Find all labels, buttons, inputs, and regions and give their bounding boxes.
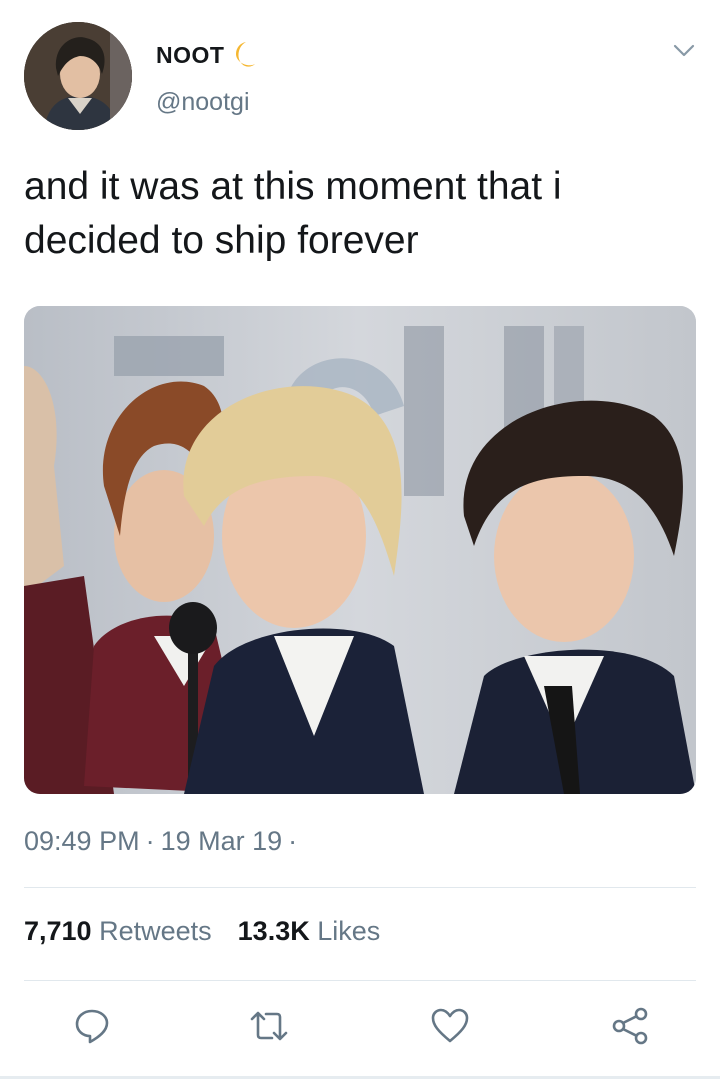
separator: · [145, 826, 155, 856]
tweet-timestamp[interactable]: 09:49 PM · 19 Mar 19 · [24, 826, 303, 857]
divider [24, 887, 696, 888]
retweet-icon[interactable] [247, 1004, 291, 1048]
like-icon[interactable] [428, 1004, 472, 1048]
author-name-row[interactable]: NOOT [156, 40, 256, 70]
display-name[interactable]: NOOT [156, 42, 224, 69]
retweets-count: 7,710 [24, 916, 92, 946]
avatar[interactable] [24, 22, 132, 130]
divider [24, 980, 696, 981]
likes-label: Likes [317, 916, 381, 946]
likes-count: 13.3K [237, 916, 310, 946]
tweet-photo[interactable] [24, 306, 696, 794]
tweet-header: NOOT @nootgi [24, 22, 704, 132]
crescent-moon-icon [230, 40, 256, 70]
share-icon[interactable] [608, 1004, 652, 1048]
chevron-down-icon[interactable] [672, 38, 696, 62]
retweets-stat[interactable]: 7,710 Retweets [24, 916, 212, 946]
reply-icon[interactable] [70, 1004, 114, 1048]
likes-stat[interactable]: 13.3K Likes [238, 916, 381, 946]
tweet-text: and it was at this moment that i decided… [24, 165, 562, 262]
separator: · [288, 826, 298, 856]
tweet-date: 19 Mar 19 [160, 826, 283, 856]
tweet-actions [24, 1004, 696, 1052]
tweet-stats: 7,710 Retweets 13.3K Likes [24, 916, 380, 947]
tweet-time: 09:49 PM [24, 826, 140, 856]
retweets-label: Retweets [99, 916, 212, 946]
user-handle[interactable]: @nootgi [156, 88, 250, 117]
